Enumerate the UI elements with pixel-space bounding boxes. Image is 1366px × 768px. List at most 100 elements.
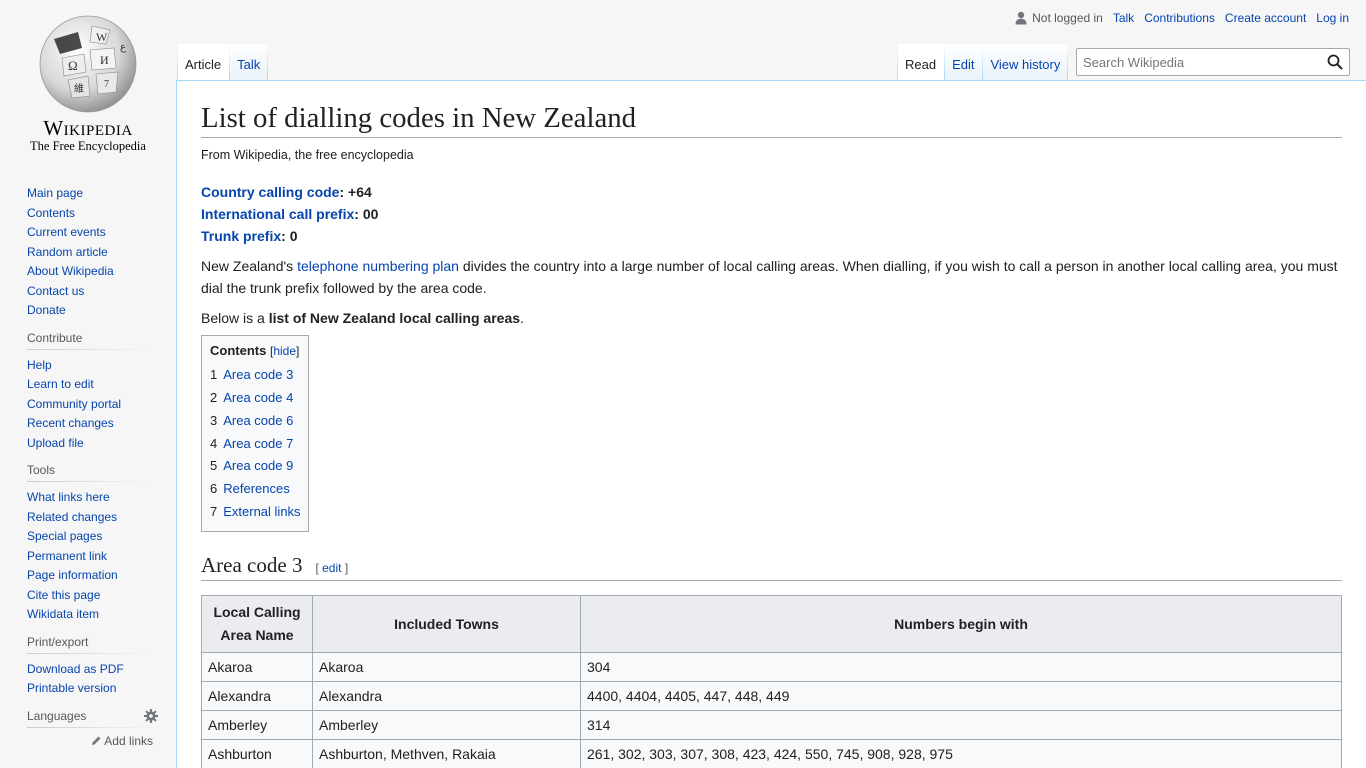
sidebar-item-about-wikipedia[interactable]: About Wikipedia — [27, 262, 176, 282]
add-links-button[interactable]: Add links — [27, 734, 153, 748]
sidebar-link: Page information — [27, 568, 118, 582]
toc-item-area-code-7[interactable]: 4 Area code 7 — [210, 433, 301, 456]
trunk-prefix-link[interactable]: Trunk prefix — [201, 228, 281, 244]
tab-talk[interactable]: Talk — [229, 44, 269, 80]
edit-section-link[interactable]: edit — [322, 561, 341, 575]
search-input[interactable] — [1077, 49, 1317, 75]
info-international-prefix: International call prefix: 00 — [201, 203, 1342, 225]
create-account-link[interactable]: Create account — [1225, 11, 1306, 25]
sidebar-item-donate[interactable]: Donate — [27, 301, 176, 321]
toc-item-area-code-6[interactable]: 3 Area code 6 — [210, 410, 301, 433]
below-paragraph: Below is a list of New Zealand local cal… — [201, 307, 1342, 329]
table-cell: 314 — [580, 710, 1342, 741]
log-in-link[interactable]: Log in — [1316, 11, 1349, 25]
toc-number: 3 — [210, 412, 218, 428]
table-cell: Amberley — [312, 710, 581, 741]
wikipedia-tagline: The Free Encyclopedia — [30, 139, 146, 153]
sidebar-item-related-changes[interactable]: Related changes — [27, 508, 176, 528]
table-cell: 304 — [580, 652, 1342, 683]
dialling-info: Country calling code: +64 International … — [201, 181, 1342, 247]
sidebar-heading-contribute: Contribute — [27, 330, 151, 350]
tab-read[interactable]: Read — [897, 44, 945, 80]
info-trunk-prefix: Trunk prefix: 0 — [201, 225, 1342, 247]
sidebar-contribute: Contribute Help Learn to edit Community po… — [0, 330, 176, 454]
sidebar-link: Learn to edit — [27, 377, 94, 391]
search-icon[interactable] — [1327, 54, 1343, 70]
svg-text:7: 7 — [104, 79, 109, 90]
table-header-row: Local Calling Area Name Included Towns N… — [201, 595, 1342, 654]
table-cell: Akaroa — [201, 652, 313, 683]
sidebar-item-what-links-here[interactable]: What links here — [27, 488, 176, 508]
namespace-tabs: Article Talk — [177, 44, 269, 80]
table-row: Akaroa Akaroa 304 — [201, 652, 1342, 683]
column-header: Included Towns — [312, 595, 581, 654]
sidebar-item-community-portal[interactable]: Community portal — [27, 395, 176, 415]
sidebar-link: Download as PDF — [27, 661, 124, 676]
toc-link: Area code 9 — [223, 458, 294, 474]
sidebar-item-permanent-link[interactable]: Permanent link — [27, 547, 176, 567]
toc-number: 7 — [210, 503, 218, 519]
talk-link[interactable]: Talk — [1113, 11, 1134, 25]
toc-number: 6 — [210, 480, 218, 496]
toc-item-area-code-9[interactable]: 5 Area code 9 — [210, 455, 301, 478]
international-call-prefix-value: : 00 — [354, 206, 379, 223]
toc-link: Area code 3 — [223, 367, 294, 383]
country-calling-code-link[interactable]: Country calling code — [201, 184, 339, 200]
tab-article[interactable]: Article — [177, 44, 230, 80]
tab-read-label: Read — [905, 57, 937, 72]
toc-hide-link[interactable]: hide — [273, 344, 296, 358]
sidebar-item-help[interactable]: Help — [27, 356, 176, 376]
tab-view-history[interactable]: View history — [982, 44, 1069, 80]
personal-tools: Not logged in Talk Contributions Create … — [1015, 11, 1349, 25]
sidebar-item-contact-us[interactable]: Contact us — [27, 282, 176, 302]
sidebar-item-upload-file[interactable]: Upload file — [27, 434, 176, 454]
international-call-prefix-link[interactable]: International call prefix — [201, 206, 354, 222]
wikipedia-logo[interactable]: W Ω И 維 7 ع Wikipedia The Free Encyclope… — [0, 0, 176, 160]
toc-link: References — [223, 480, 290, 496]
sidebar-link: Community portal — [27, 396, 122, 411]
below-text-end: . — [520, 310, 524, 327]
tab-view-history-label: View history — [990, 57, 1061, 72]
sidebar-item-printable-version[interactable]: Printable version — [27, 679, 176, 699]
add-links-label: Add links — [104, 733, 153, 748]
content-area: List of dialling codes in New Zealand Fr… — [176, 80, 1366, 768]
sidebar-heading-print: Print/export — [27, 634, 151, 654]
area-code-table: Local Calling Area Name Included Towns N… — [201, 595, 1342, 768]
country-calling-code-value: : +64 — [339, 184, 372, 201]
sidebar-heading-tools: Tools — [27, 463, 151, 482]
sidebar-item-page-information[interactable]: Page information — [27, 566, 176, 586]
sidebar-link: Related changes — [27, 509, 118, 524]
toc-item-area-code-4[interactable]: 2 Area code 4 — [210, 387, 301, 410]
sidebar-item-main-page[interactable]: Main page — [27, 184, 176, 204]
sidebar-item-wikidata-item[interactable]: Wikidata item — [27, 605, 176, 625]
section-heading-area-code-3: Area code 3 [ edit ] — [201, 553, 1342, 582]
table-row: Alexandra Alexandra 4400, 4404, 4405, 447,… — [201, 681, 1342, 712]
telephone-numbering-plan-link[interactable]: telephone numbering plan — [297, 258, 459, 274]
sidebar-item-random-article[interactable]: Random article — [27, 243, 176, 263]
intro-paragraph: New Zealand's telephone numbering plan d… — [201, 255, 1342, 299]
sidebar-item-cite-this-page[interactable]: Cite this page — [27, 586, 176, 606]
toc-item-references[interactable]: 6 References — [210, 478, 301, 501]
toc-item-area-code-3[interactable]: 1 Area code 3 — [210, 364, 301, 387]
pencil-icon — [91, 736, 101, 745]
sidebar-link: Printable version — [27, 681, 117, 695]
svg-text:ع: ع — [120, 42, 126, 53]
tab-edit[interactable]: Edit — [944, 44, 983, 80]
column-header: Numbers begin with — [580, 595, 1342, 654]
sidebar-item-current-events[interactable]: Current events — [27, 223, 176, 243]
column-header: Local Calling Area Name — [201, 595, 313, 654]
toc-hide-toggle: [hide] — [270, 344, 299, 358]
sidebar-item-download-as-pdf[interactable]: Download as PDF — [27, 660, 176, 680]
gear-icon[interactable] — [144, 708, 158, 723]
svg-text:И: И — [100, 53, 109, 67]
sidebar-item-learn-to-edit[interactable]: Learn to edit — [27, 375, 176, 395]
toc-link: Area code 4 — [223, 390, 294, 406]
sidebar-link: Main page — [27, 186, 84, 200]
tab-talk-label: Talk — [237, 57, 261, 72]
edit-section: [ edit ] — [315, 561, 348, 575]
sidebar-item-contents[interactable]: Contents — [27, 204, 176, 224]
sidebar-item-recent-changes[interactable]: Recent changes — [27, 414, 176, 434]
toc-item-external-links[interactable]: 7 External links — [210, 501, 301, 524]
contributions-link[interactable]: Contributions — [1144, 11, 1215, 25]
sidebar-item-special-pages[interactable]: Special pages — [27, 527, 176, 547]
